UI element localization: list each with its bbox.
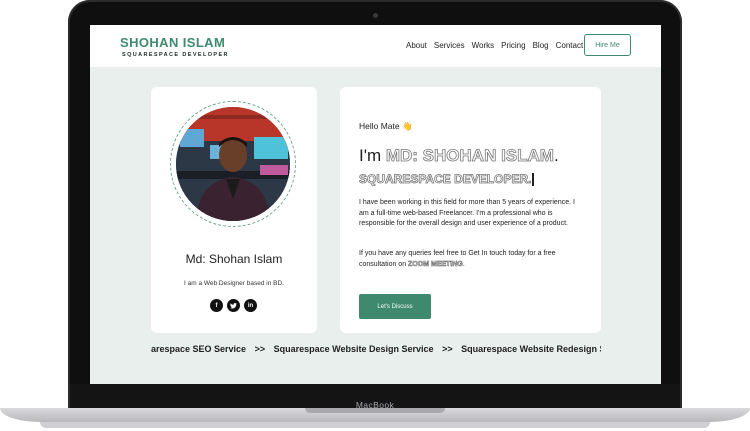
logo-title: SHOHAN ISLAM [120,35,226,50]
profile-tagline: I am a Web Designer based in BD. [184,280,284,287]
headline-period: . [553,146,559,165]
ticker-item: Squarespace Website Redesign Serv [461,344,601,354]
role-text: SQUARESPACE DEVELOPER. [359,172,532,187]
headline-prefix: I'm [359,146,386,165]
social-links: f in [210,299,257,312]
nav-blog[interactable]: Blog [533,41,549,50]
intro-card: Hello Mate 👋 I'm MD: SHOHAN ISLAM. SQUAR… [340,87,601,333]
ticker-separator: >> [254,344,266,354]
logo[interactable]: SHOHAN ISLAM SQUARESPACE DEVELOPER [120,35,229,58]
facebook-icon[interactable]: f [210,299,223,312]
role-line: SQUARESPACE DEVELOPER. [359,172,534,186]
nav-services[interactable]: Services [434,41,465,50]
lets-discuss-button[interactable]: Let's Discuss [359,294,431,319]
headline: I'm MD: SHOHAN ISLAM. [359,146,559,166]
screen: SHOHAN ISLAM SQUARESPACE DEVELOPER About… [90,25,661,384]
hire-me-button[interactable]: Hire Me [584,34,631,56]
nav-pricing[interactable]: Pricing [501,41,525,50]
contact-paragraph: If you have any queries feel free to Get… [359,249,585,270]
nav-about[interactable]: About [406,41,427,50]
ticker-item: arespace SEO Service [151,344,247,354]
services-ticker: arespace SEO Service >> Squarespace Webs… [151,344,601,354]
nav-menu: About Services Works Pricing Blog Contac… [406,41,583,50]
greeting: Hello Mate 👋 [359,121,413,131]
ticker-separator: >> [442,344,453,354]
zoom-meeting-highlight: ZOOM MEETING [408,260,463,268]
nav-contact[interactable]: Contact [556,41,584,50]
ticker-item: Squarespace Website Design Service [273,344,434,354]
avatar-ring [170,101,296,227]
headline-name: MD: SHOHAN ISLAM [385,146,554,166]
bio-paragraph: I have been working in this field for mo… [359,199,575,227]
typing-cursor [532,173,534,187]
navbar: SHOHAN ISLAM SQUARESPACE DEVELOPER About… [90,25,661,67]
profile-name: Md: Shohan Islam [185,252,283,266]
contact-text-end: . [462,260,465,268]
laptop-base-shadow [40,422,710,428]
laptop-notch [305,408,445,413]
webcam [373,13,378,18]
linkedin-icon[interactable]: in [244,299,257,312]
avatar [176,107,290,221]
logo-subtitle: SQUARESPACE DEVELOPER [122,52,229,58]
twitter-icon[interactable] [227,299,240,312]
nav-works[interactable]: Works [472,41,495,50]
profile-card: Md: Shohan Islam I am a Web Designer bas… [151,87,317,333]
